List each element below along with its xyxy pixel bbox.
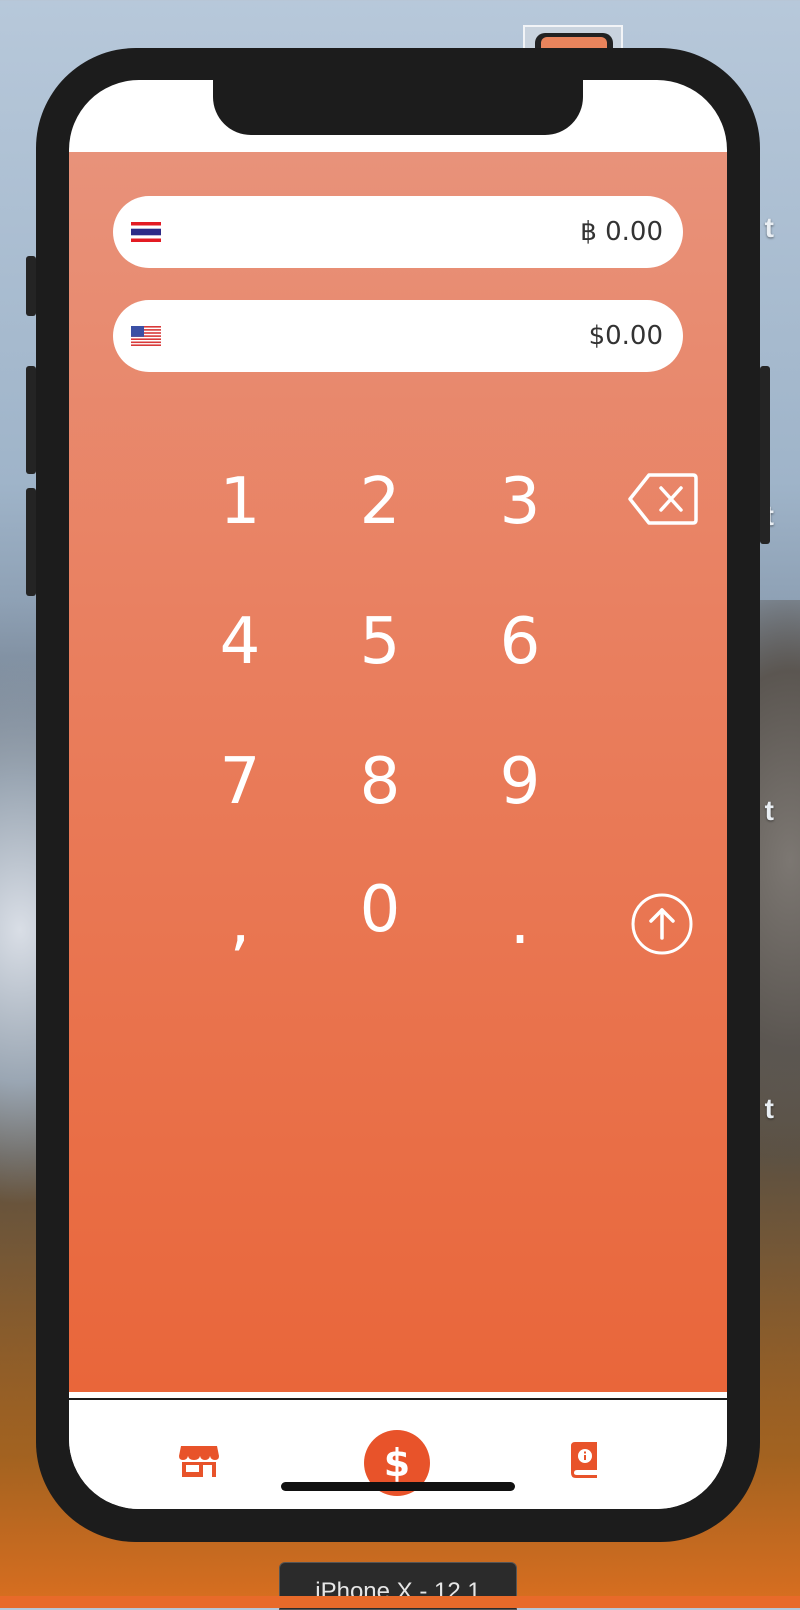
key-7[interactable]: 7 bbox=[170, 722, 310, 842]
target-amount: $0.00 bbox=[588, 321, 663, 351]
desktop-text-fragment: t bbox=[764, 212, 774, 243]
source-amount: ฿ 0.00 bbox=[580, 217, 663, 247]
volume-up-button bbox=[26, 366, 36, 474]
mute-switch bbox=[26, 256, 36, 316]
key-comma[interactable]: , bbox=[170, 862, 310, 982]
tab-bar: $ bbox=[69, 1400, 727, 1509]
key-8[interactable]: 8 bbox=[310, 722, 450, 842]
phone-frame: ฿ 0.00 $0.00 1 2 3 4 5 6 7 8 9 , 0 . $ bbox=[36, 48, 760, 1542]
key-9[interactable]: 9 bbox=[450, 722, 590, 842]
desktop-bottom-bar bbox=[0, 1596, 800, 1608]
book-info-icon[interactable] bbox=[571, 1442, 599, 1478]
key-5[interactable]: 5 bbox=[310, 582, 450, 702]
arrow-up-circle-icon[interactable] bbox=[630, 892, 694, 956]
us-flag-icon bbox=[131, 326, 161, 346]
notch bbox=[213, 80, 583, 135]
source-currency-field[interactable]: ฿ 0.00 bbox=[113, 196, 683, 268]
desktop-text-fragment: t bbox=[764, 1093, 774, 1124]
target-currency-field[interactable]: $0.00 bbox=[113, 300, 683, 372]
volume-down-button bbox=[26, 488, 36, 596]
converter-view: ฿ 0.00 $0.00 1 2 3 4 5 6 7 8 9 , 0 . bbox=[69, 152, 727, 1392]
key-1[interactable]: 1 bbox=[170, 442, 310, 562]
desktop-text-fragment: t bbox=[764, 795, 774, 826]
key-4[interactable]: 4 bbox=[170, 582, 310, 702]
phone-screen: ฿ 0.00 $0.00 1 2 3 4 5 6 7 8 9 , 0 . $ bbox=[69, 80, 727, 1509]
thailand-flag-icon bbox=[131, 222, 161, 242]
dollar-icon: $ bbox=[383, 1441, 411, 1485]
key-3[interactable]: 3 bbox=[450, 442, 590, 562]
key-0[interactable]: 0 bbox=[310, 850, 450, 970]
key-2[interactable]: 2 bbox=[310, 442, 450, 562]
store-icon[interactable] bbox=[179, 1444, 219, 1478]
key-decimal[interactable]: . bbox=[450, 862, 590, 982]
key-6[interactable]: 6 bbox=[450, 582, 590, 702]
home-indicator bbox=[281, 1482, 515, 1491]
power-button bbox=[760, 366, 770, 544]
backspace-icon[interactable] bbox=[627, 472, 699, 526]
